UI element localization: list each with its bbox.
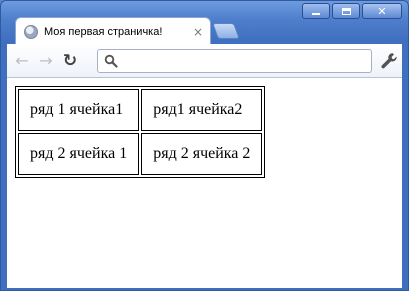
table-cell: ряд 1 ячейка1: [18, 89, 140, 131]
tab-title: Моя первая страничка!: [44, 25, 163, 38]
page-content: ряд 1 ячейка1 ряд1 ячейка2 ряд 2 ячейка …: [7, 78, 402, 288]
table-row: ряд 2 ячейка 1 ряд 2 ячейка 2: [18, 133, 263, 175]
table-cell: ряд 2 ячейка 1: [18, 133, 140, 175]
search-icon: [104, 54, 118, 68]
browser-window: ✕ Моя первая страничка! × ← → ↻ ряд 1 яч…: [0, 0, 409, 291]
forward-button[interactable]: →: [37, 52, 55, 70]
toolbar: ← → ↻: [7, 44, 402, 78]
back-button[interactable]: ←: [13, 52, 31, 70]
window-controls: ✕: [302, 3, 402, 19]
data-table: ряд 1 ячейка1 ряд1 ячейка2 ряд 2 ячейка …: [15, 86, 266, 178]
wrench-icon[interactable]: [379, 51, 399, 71]
minimize-icon: [312, 13, 320, 15]
forward-arrow-icon: →: [39, 51, 53, 70]
address-input[interactable]: [122, 52, 362, 70]
maximize-button[interactable]: [332, 3, 360, 19]
close-window-button[interactable]: ✕: [362, 3, 402, 19]
table-row: ряд 1 ячейка1 ряд1 ячейка2: [18, 89, 263, 131]
new-tab-button[interactable]: [212, 23, 240, 39]
table-cell: ряд1 ячейка2: [141, 89, 263, 131]
address-bar[interactable]: [97, 49, 372, 73]
maximize-icon: [341, 7, 351, 15]
tab-active[interactable]: Моя первая страничка! ×: [15, 17, 211, 45]
reload-icon: ↻: [62, 50, 78, 71]
tab-close-icon[interactable]: ×: [192, 25, 204, 39]
reload-button[interactable]: ↻: [61, 52, 79, 70]
minimize-button[interactable]: [302, 3, 330, 19]
close-icon: ✕: [377, 4, 387, 18]
back-arrow-icon: ←: [15, 51, 29, 70]
globe-icon: [24, 24, 38, 39]
table-cell: ряд 2 ячейка 2: [141, 133, 263, 175]
